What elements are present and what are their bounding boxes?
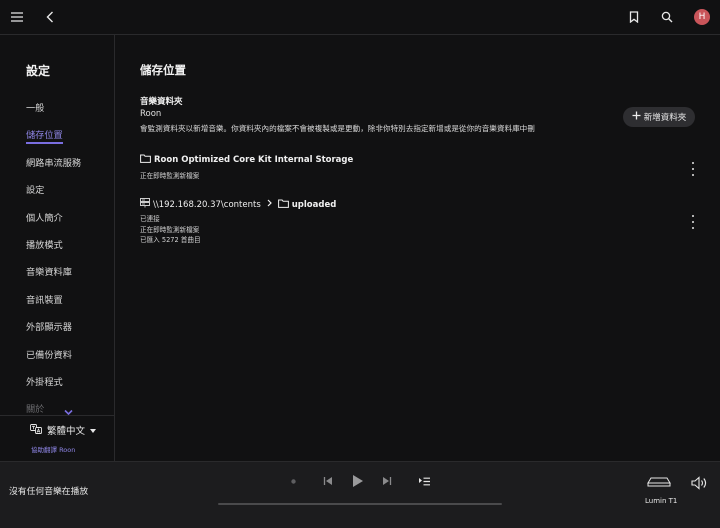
zone-device-icon[interactable] xyxy=(646,475,672,489)
top-bar: H xyxy=(0,0,720,35)
back-arrow-icon[interactable] xyxy=(43,10,57,24)
storage-location-label: Roon Optimized Core Kit Internal Storage xyxy=(154,155,354,165)
sidebar-item-library[interactable]: 音樂資料庫 xyxy=(26,264,72,278)
add-folder-button[interactable]: 新增資料夾 xyxy=(623,107,695,127)
sidebar-item-profile[interactable]: 個人簡介 xyxy=(26,210,63,224)
storage-location-status: 正在即時監測新檔案 xyxy=(140,172,200,180)
previous-track-icon[interactable] xyxy=(322,475,334,487)
sidebar-item-audio[interactable]: 音訊裝置 xyxy=(26,292,63,306)
more-options-icon[interactable] xyxy=(690,215,696,229)
bookmark-icon[interactable] xyxy=(627,10,641,24)
play-icon[interactable] xyxy=(350,473,366,489)
sidebar-item-backups[interactable]: 已備份資料 xyxy=(26,347,72,361)
sidebar-item-displays[interactable]: 外部顯示器 xyxy=(26,319,72,333)
player-bar: 沒有任何音樂在播放 Lumin T1 xyxy=(0,461,720,528)
avatar-letter: H xyxy=(698,12,706,22)
more-options-icon[interactable] xyxy=(690,162,696,176)
caret-down-icon xyxy=(90,425,97,436)
sidebar-item-general[interactable]: 一般 xyxy=(26,100,44,114)
sidebar-item-about[interactable]: 關於 xyxy=(26,401,44,415)
stop-icon[interactable] xyxy=(289,477,297,485)
sidebar-divider xyxy=(0,415,114,416)
plus-icon xyxy=(632,111,641,123)
progress-bar[interactable] xyxy=(218,503,502,505)
section-title: 音樂資料夾 xyxy=(140,97,183,107)
queue-icon[interactable] xyxy=(418,475,430,487)
network-drive-icon xyxy=(140,198,150,211)
next-track-icon[interactable] xyxy=(381,475,393,487)
add-folder-label: 新增資料夾 xyxy=(643,113,687,123)
hamburger-menu-icon[interactable] xyxy=(10,10,24,24)
translate-icon xyxy=(30,423,42,437)
page-title: 儲存位置 xyxy=(140,63,186,77)
language-selector[interactable]: 繁體中文 xyxy=(30,423,97,437)
section-subtitle: Roon xyxy=(140,109,162,119)
chevron-right-icon xyxy=(267,199,272,210)
section-description: 會監測資料夾以新增音樂。你資料夾內的檔案不會被複製或是更動，除非你特別去指定新增… xyxy=(140,124,535,133)
sidebar-title: 設定 xyxy=(26,64,51,78)
network-location-path[interactable]: \\192.168.20.37\contents uploaded xyxy=(140,198,336,211)
now-playing-text: 沒有任何音樂在播放 xyxy=(9,487,89,497)
storage-location-name[interactable]: Roon Optimized Core Kit Internal Storage xyxy=(140,154,353,166)
folder-icon xyxy=(277,199,289,211)
avatar[interactable]: H xyxy=(694,9,710,25)
network-watch-status: 正在即時監測新檔案 xyxy=(140,225,200,234)
network-connection-status: 已連接 xyxy=(140,215,160,223)
search-icon[interactable] xyxy=(660,10,674,24)
sidebar-item-play-mode[interactable]: 播放模式 xyxy=(26,237,63,251)
sidebar-item-setup[interactable]: 設定 xyxy=(26,182,44,196)
zone-label[interactable]: Lumin T1 xyxy=(645,497,677,505)
sidebar-item-extensions[interactable]: 外掛程式 xyxy=(26,374,63,388)
sidebar-item-storage[interactable]: 儲存位置 xyxy=(26,127,63,144)
folder-icon xyxy=(140,154,151,166)
network-folder-label: uploaded xyxy=(291,199,337,210)
sidebar: 設定 一般 儲存位置 網路串流服務 設定 個人簡介 播放模式 音樂資料庫 音訊裝… xyxy=(0,35,115,461)
language-label: 繁體中文 xyxy=(47,426,86,437)
volume-icon[interactable] xyxy=(690,475,708,491)
help-translate-link[interactable]: 協助翻譯 Roon xyxy=(31,444,75,454)
sidebar-item-streaming-services[interactable]: 網路串流服務 xyxy=(26,155,81,169)
chevron-down-icon[interactable] xyxy=(64,401,73,420)
network-import-count: 已匯入 5272 首曲目 xyxy=(140,236,201,244)
network-path-label: \\192.168.20.37\contents xyxy=(153,199,261,210)
